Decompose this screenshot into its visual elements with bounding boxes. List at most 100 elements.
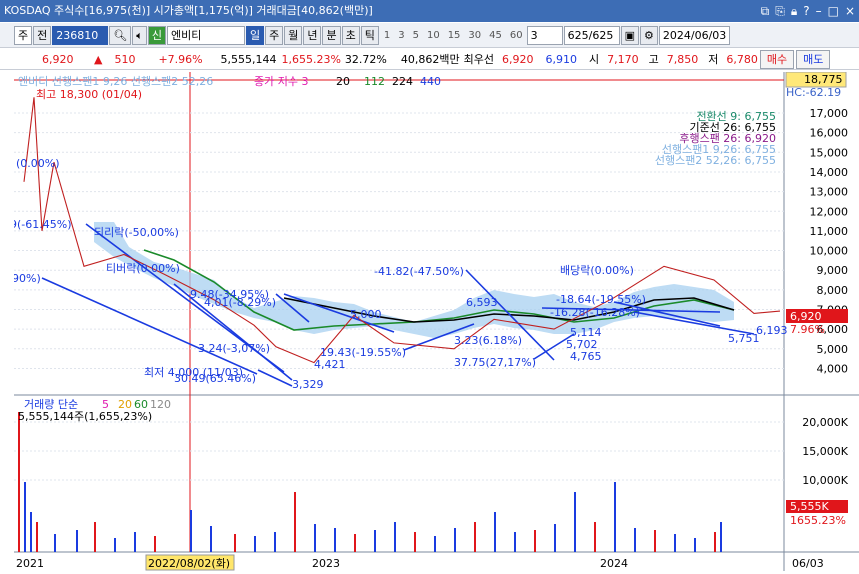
volume-bar: [674, 534, 676, 552]
period-year-button[interactable]: 년: [303, 25, 322, 45]
current-price: 6,920: [42, 52, 74, 66]
volume-bar: [694, 538, 696, 552]
legend-ma-value: 224: [392, 75, 413, 88]
volume-bar: [714, 532, 716, 552]
count-select[interactable]: 3: [526, 25, 563, 45]
help-icon[interactable]: ?: [803, 0, 809, 22]
volume-bar: [210, 526, 212, 552]
volume-bar: [114, 538, 116, 552]
interval-30[interactable]: 30: [464, 30, 485, 41]
volume-bar: [574, 492, 576, 552]
interval-45[interactable]: 45: [485, 30, 506, 41]
period-second-button[interactable]: 초: [341, 25, 360, 45]
volume-bar: [274, 532, 276, 552]
settings-icon[interactable]: ⚙: [640, 25, 658, 45]
volume-bar: [234, 534, 236, 552]
volume-bar: [190, 510, 192, 552]
stock-code-input[interactable]: 236810: [52, 25, 109, 45]
volume-bar: [314, 524, 316, 552]
speaker-icon[interactable]: 🔈︎: [132, 25, 147, 45]
period-minute-button[interactable]: 분: [322, 25, 341, 45]
top-price-tag-text: 18,775: [804, 73, 843, 86]
chart-annotation: 5,000: [350, 308, 382, 321]
price-tick-label: 4,000: [817, 362, 849, 375]
period-month-button[interactable]: 월: [284, 25, 303, 45]
volume-tick-label: 20,000K: [802, 416, 848, 429]
best-label: 최우선: [463, 53, 494, 66]
volume-bar: [514, 532, 516, 552]
x-axis-label: 2024: [600, 557, 628, 570]
legend-ma-value: 440: [420, 75, 441, 88]
sell-button[interactable]: 매도: [796, 49, 831, 69]
volume-pct: 1,655.23%: [281, 52, 341, 66]
date-cursor-label: 2022/08/02(화): [148, 557, 230, 570]
chart-annotation: 티버락(0.00%): [106, 262, 180, 275]
period-day-button[interactable]: 일: [245, 25, 265, 45]
volume-bar: [374, 530, 376, 552]
chart-annotation: 되리락(-50,00%): [94, 226, 179, 239]
best-bid: 6,910: [545, 52, 577, 66]
volume-bar: [394, 522, 396, 552]
buy-button[interactable]: 매수: [759, 49, 795, 69]
chart-area[interactable]: 엔비디 선행스팬1 9,26 선행스팬2 52,26 종가 저수 3 20 112 22…: [10, 71, 859, 571]
price-tick-label: 8,000: [817, 284, 849, 297]
price-chart-svg[interactable]: 엔비디 선행스팬1 9,26 선행스팬2 52,26 종가 저수 3 20 112 22…: [10, 71, 859, 571]
save-icon[interactable]: ▣: [620, 25, 640, 45]
volume-bar: [18, 412, 20, 552]
low-value: 6,780: [726, 52, 758, 66]
chart-annotation: 4,765: [570, 350, 602, 363]
interval-5[interactable]: 5: [409, 30, 423, 41]
stock-name-field[interactable]: 엔비티: [166, 25, 245, 45]
volume-bar: [534, 530, 536, 552]
period-tick-button[interactable]: 틱: [360, 25, 379, 45]
price-change: 510: [114, 52, 136, 66]
layout-icon[interactable]: ⧉: [761, 0, 770, 22]
interval-10[interactable]: 10: [423, 30, 444, 41]
search-icon[interactable]: 🔍︎: [109, 25, 132, 45]
x-axis-label: 2021: [16, 557, 44, 570]
chart-annotation: 19.43(-19.55%): [320, 346, 406, 359]
volume-bar: [454, 528, 456, 552]
jeon-button[interactable]: 전: [33, 25, 52, 45]
period-week-button[interactable]: 주: [265, 25, 284, 45]
volume-bar: [54, 534, 56, 552]
interval-60[interactable]: 60: [506, 30, 527, 41]
volume-bar: [254, 536, 256, 552]
high-label: 최고 18,300 (01/04): [36, 88, 142, 101]
chart-annotation: 3,329: [292, 378, 324, 391]
legend-ma-value: 20: [336, 75, 350, 88]
vol-pct-tag: 1655.23%: [790, 514, 846, 527]
price-tick-label: 10,000: [810, 245, 849, 258]
market-select[interactable]: 주: [14, 25, 33, 45]
window-title: KOSDAQ 주식수[16,975(천)] 시가총액[1,175(억)] 거래대…: [4, 4, 373, 17]
high-value: 7,850: [666, 52, 699, 66]
price-tick-label: 17,000: [810, 107, 849, 120]
trade-amount: 40,862백만: [400, 53, 460, 66]
chart-annotation: 90%): [14, 272, 41, 285]
interval-1[interactable]: 1: [380, 30, 394, 41]
minimize-icon[interactable]: –: [816, 0, 822, 22]
legend-top: 엔비디 선행스팬1 9,26 선행스팬2 52,26: [18, 75, 213, 88]
chart-annotation: 6,193: [756, 324, 788, 337]
close-icon[interactable]: ×: [845, 0, 855, 22]
chart-annotation: 4,01(-8,29%): [204, 296, 276, 309]
price-tick-label: 11,000: [810, 225, 849, 238]
stock-type-badge: 신: [147, 25, 166, 45]
copy-icon[interactable]: ⎘: [775, 0, 785, 22]
price-tick-label: 9,000: [817, 264, 849, 277]
chart-annotation: 30.49(65.46%): [174, 372, 256, 385]
vol-current-tag: 5,555K: [790, 500, 829, 513]
lock-icon[interactable]: 🔒︎: [791, 0, 797, 22]
price-tick-label: 14,000: [810, 166, 849, 179]
ichimoku-legend: 선행스팬2 52,26: 6,755: [655, 154, 776, 167]
date-input[interactable]: 2024/06/03: [658, 25, 731, 45]
x-axis-label: 06/03: [792, 557, 824, 570]
up-arrow-icon: ▲: [94, 52, 103, 66]
range-input[interactable]: 625/625: [563, 25, 620, 45]
chart-annotation: 5,751: [728, 332, 760, 345]
maximize-icon[interactable]: □: [828, 0, 839, 22]
volume-bar: [154, 536, 156, 552]
interval-15[interactable]: 15: [444, 30, 465, 41]
turnover-rate: 32.72%: [344, 52, 387, 66]
interval-3[interactable]: 3: [394, 30, 408, 41]
